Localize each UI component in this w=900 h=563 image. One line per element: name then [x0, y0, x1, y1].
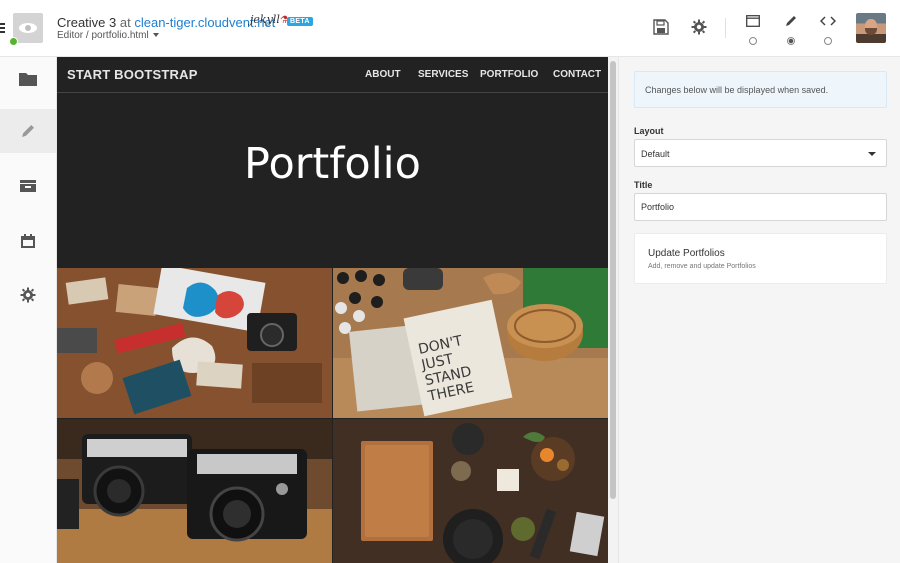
layout-select[interactable]: Default — [634, 139, 887, 167]
site-at: at — [119, 15, 131, 30]
editor-panel: Changes below will be displayed when sav… — [618, 57, 900, 563]
code-icon — [819, 16, 837, 26]
window-icon — [746, 15, 760, 27]
layout-select-value: Default — [641, 149, 670, 159]
update-portfolios-subtitle: Add, remove and update Portfolios — [648, 263, 756, 270]
jekyll-logo: jekyll⚗ — [250, 13, 289, 26]
title-input[interactable] — [634, 193, 887, 221]
left-sidebar — [0, 57, 57, 563]
pencil-icon — [22, 125, 34, 137]
calendar-icon — [21, 234, 35, 248]
preview-navbar: START BOOTSTRAP ABOUT SERVICES PORTFOLIO… — [57, 57, 608, 93]
save-icon[interactable] — [652, 19, 670, 37]
source-mode-toggle[interactable] — [818, 14, 838, 45]
beta-badge: BETA — [287, 17, 313, 26]
site-preview[interactable]: START BOOTSTRAP ABOUT SERVICES PORTFOLIO… — [57, 57, 608, 563]
site-title: Creative 3 at clean-tiger.cloudvent.net — [57, 15, 275, 30]
content-mode-toggle[interactable] — [781, 14, 801, 45]
portfolio-image-book[interactable]: DON'T JUST STAND THERE — [333, 268, 608, 418]
portfolio-image-kitchen[interactable] — [333, 419, 608, 563]
preview-scrollbar[interactable] — [608, 57, 618, 563]
gear-icon[interactable] — [690, 19, 708, 37]
sidebar-item-posts[interactable] — [0, 219, 56, 263]
breadcrumb-text: Editor / portfolio.html — [57, 30, 149, 41]
chevron-down-icon — [868, 152, 876, 156]
preview-nav-about[interactable]: ABOUT — [365, 69, 401, 80]
preview-nav-services[interactable]: SERVICES — [418, 69, 468, 80]
mode-radio-visual[interactable] — [749, 37, 757, 45]
eye-icon — [19, 23, 37, 33]
portfolio-image-cameras[interactable] — [57, 419, 332, 563]
title-label: Title — [634, 180, 653, 190]
preview-brand[interactable]: START BOOTSTRAP — [67, 67, 198, 82]
mode-radio-source[interactable] — [824, 37, 832, 45]
preview-nav-portfolio[interactable]: PORTFOLIO — [480, 69, 538, 80]
site-name: Creative 3 — [57, 15, 117, 30]
pencil-icon — [786, 16, 796, 26]
preview-hero-title[interactable]: Portfolio — [57, 139, 608, 189]
sidebar-item-collections[interactable] — [0, 164, 56, 208]
menu-icon[interactable] — [0, 23, 5, 33]
preview-nav-contact[interactable]: CONTACT — [553, 69, 601, 80]
layout-label: Layout — [634, 126, 664, 136]
toolbar-divider — [725, 18, 726, 38]
sidebar-item-editor[interactable] — [0, 109, 56, 153]
sidebar-item-files[interactable] — [0, 57, 56, 101]
portfolio-image-branding[interactable] — [57, 268, 332, 418]
update-portfolios-card[interactable]: Update Portfolios Add, remove and update… — [634, 233, 887, 284]
sidebar-item-settings[interactable] — [0, 273, 56, 317]
save-notice: Changes below will be displayed when sav… — [634, 71, 887, 108]
gear-icon — [20, 287, 36, 303]
update-portfolios-title: Update Portfolios — [648, 248, 725, 259]
folder-icon — [19, 73, 37, 86]
inbox-icon — [20, 180, 36, 192]
top-bar: Creative 3 at clean-tiger.cloudvent.net … — [0, 0, 900, 57]
chevron-down-icon — [152, 33, 159, 38]
mode-radio-content[interactable] — [787, 37, 795, 45]
breadcrumb[interactable]: Editor / portfolio.html — [57, 30, 159, 41]
status-ok-icon — [9, 37, 18, 46]
user-avatar[interactable] — [856, 13, 886, 43]
scrollbar-thumb[interactable] — [610, 61, 616, 499]
visual-mode-toggle[interactable] — [743, 14, 763, 45]
